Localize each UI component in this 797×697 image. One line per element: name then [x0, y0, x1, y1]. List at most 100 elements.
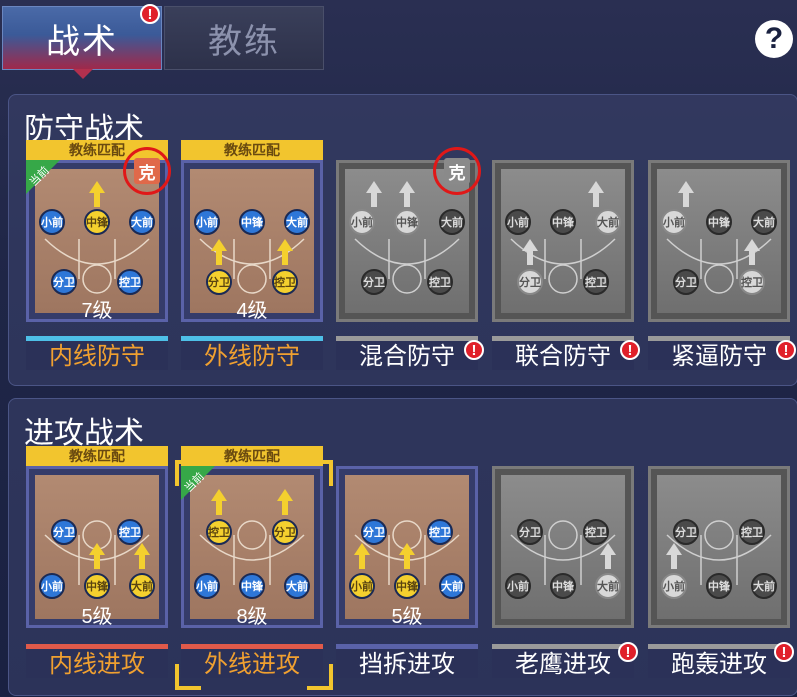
player-power-forward: 大前 — [595, 573, 621, 599]
player-center: 中锋 — [550, 573, 576, 599]
player-center: 中锋 — [239, 573, 265, 599]
alert-badge: ! — [776, 340, 796, 360]
move-arrow — [89, 181, 105, 193]
tactic-card-run-and-gun[interactable]: 分卫 控卫 小前 中锋 大前 跑轰进攻 ! — [648, 466, 794, 686]
divider-line — [336, 336, 478, 341]
move-arrow — [399, 543, 415, 555]
tab-coach[interactable]: 教练 — [164, 6, 324, 70]
move-arrow — [89, 543, 105, 555]
move-arrow-stem — [139, 555, 145, 569]
player-center: 中锋 — [84, 209, 110, 235]
selection-bracket — [307, 664, 333, 690]
highlight-ring — [123, 147, 171, 195]
court-diagram: 分卫 控卫 小前 中锋 大前 — [501, 475, 625, 619]
tactic-card-perimeter-offense[interactable]: 教练匹配 控卫 分卫 小前 中锋 大前 当前 8级 外线进攻 — [175, 446, 333, 690]
alert-badge: ! — [774, 642, 794, 662]
court-diagram: 分卫 控卫 小前 中锋 大前 — [35, 475, 159, 619]
player-point-guard: 控卫 — [272, 269, 298, 295]
court-diagram: 分卫 控卫 小前 中锋 大前 — [657, 475, 781, 619]
selection-bracket — [307, 460, 333, 486]
tactic-level: 5级 — [81, 606, 113, 628]
move-arrow-stem — [593, 193, 599, 207]
player-power-forward: 大前 — [751, 573, 777, 599]
divider-line — [336, 644, 478, 649]
player-small-forward: 小前 — [194, 209, 220, 235]
tactic-name-bar: 跑轰进攻 — [648, 644, 790, 678]
player-small-forward: 小前 — [505, 573, 531, 599]
move-arrow — [600, 543, 616, 555]
divider-line — [648, 336, 790, 341]
alert-badge: ! — [464, 340, 484, 360]
move-arrow-stem — [282, 501, 288, 515]
coach-match-label: 教练匹配 — [181, 140, 323, 160]
player-point-guard: 控卫 — [739, 519, 765, 545]
court-lines — [510, 238, 616, 294]
move-arrow — [588, 181, 604, 193]
tab-pointer — [73, 69, 93, 79]
selected-line — [181, 336, 323, 341]
court-lines — [199, 238, 305, 294]
selected-line — [26, 336, 168, 341]
player-center: 中锋 — [394, 209, 420, 235]
selected-line — [26, 644, 168, 649]
player-power-forward: 大前 — [439, 573, 465, 599]
tactic-card-pick-and-roll[interactable]: 分卫 控卫 小前 中锋 大前 5级 挡拆进攻 — [336, 466, 478, 686]
move-arrow-stem — [359, 555, 365, 569]
move-arrow-stem — [94, 555, 100, 569]
move-arrow-stem — [371, 193, 377, 207]
move-arrow-stem — [404, 193, 410, 207]
tactic-level: 4级 — [236, 300, 268, 322]
player-power-forward: 大前 — [439, 209, 465, 235]
player-shooting-guard: 分卫 — [673, 519, 699, 545]
move-arrow — [277, 489, 293, 501]
player-shooting-guard: 分卫 — [673, 269, 699, 295]
help-button[interactable]: ? — [755, 20, 793, 58]
tactic-card-inside-offense[interactable]: 教练匹配 分卫 控卫 小前 中锋 大前 5级 内线进攻 — [26, 446, 168, 686]
player-center: 中锋 — [239, 209, 265, 235]
player-shooting-guard: 分卫 — [361, 519, 387, 545]
player-point-guard: 控卫 — [206, 519, 232, 545]
tab-coach-label: 教练 — [208, 22, 280, 61]
card-frame: 小前 中锋 大前 分卫 控卫 — [648, 160, 790, 322]
move-arrow-stem — [527, 251, 533, 265]
player-center: 中锋 — [706, 573, 732, 599]
card-frame: 分卫 控卫 小前 中锋 大前 — [648, 466, 790, 628]
move-arrow — [522, 239, 538, 251]
tactic-name-bar: 内线进攻 — [26, 644, 168, 678]
selected-line — [181, 644, 323, 649]
player-shooting-guard: 分卫 — [272, 519, 298, 545]
tab-tactics[interactable]: 战术 — [2, 6, 162, 79]
divider-line — [648, 644, 790, 649]
tactic-name-bar: 老鹰进攻 — [492, 644, 634, 678]
player-point-guard: 控卫 — [583, 269, 609, 295]
move-arrow — [666, 543, 682, 555]
tactic-name-bar: 挡拆进攻 — [336, 644, 478, 678]
tactic-card-eagle-offense[interactable]: 分卫 控卫 小前 中锋 大前 老鹰进攻 ! — [492, 466, 638, 686]
player-shooting-guard: 分卫 — [51, 519, 77, 545]
tactic-name-bar: 紧逼防守 — [648, 336, 790, 370]
player-power-forward: 大前 — [284, 209, 310, 235]
player-small-forward: 小前 — [661, 209, 687, 235]
court-lines — [666, 238, 772, 294]
coach-match-label: 教练匹配 — [26, 446, 168, 466]
player-small-forward: 小前 — [39, 573, 65, 599]
divider-line — [492, 336, 634, 341]
tactic-card-inside-defense[interactable]: 教练匹配 小前 中锋 大前 分卫 控卫 当前 克 7级 内线防守 — [26, 140, 171, 380]
tactic-card-perimeter-defense[interactable]: 教练匹配 小前 中锋 大前 分卫 控卫 4级 外线防守 — [181, 140, 323, 380]
tactic-card-mixed-defense[interactable]: 小前 中锋 大前 分卫 控卫 克 混合防守 ! — [336, 140, 484, 380]
tactic-level: 7级 — [81, 300, 113, 322]
player-power-forward: 大前 — [751, 209, 777, 235]
divider-line — [492, 644, 634, 649]
player-power-forward: 大前 — [595, 209, 621, 235]
card-frame: 分卫 控卫 小前 中锋 大前 — [492, 466, 634, 628]
player-small-forward: 小前 — [349, 573, 375, 599]
move-arrow-stem — [671, 555, 677, 569]
move-arrow — [399, 181, 415, 193]
highlight-ring — [433, 147, 481, 195]
move-arrow-stem — [749, 251, 755, 265]
court-diagram: 分卫 控卫 小前 中锋 大前 — [345, 475, 469, 619]
tactic-card-combined-defense[interactable]: 小前 中锋 大前 分卫 控卫 联合防守 ! — [492, 140, 640, 380]
move-arrow-stem — [282, 251, 288, 265]
move-arrow — [354, 543, 370, 555]
tactic-card-press-defense[interactable]: 小前 中锋 大前 分卫 控卫 紧逼防守 ! — [648, 140, 796, 380]
